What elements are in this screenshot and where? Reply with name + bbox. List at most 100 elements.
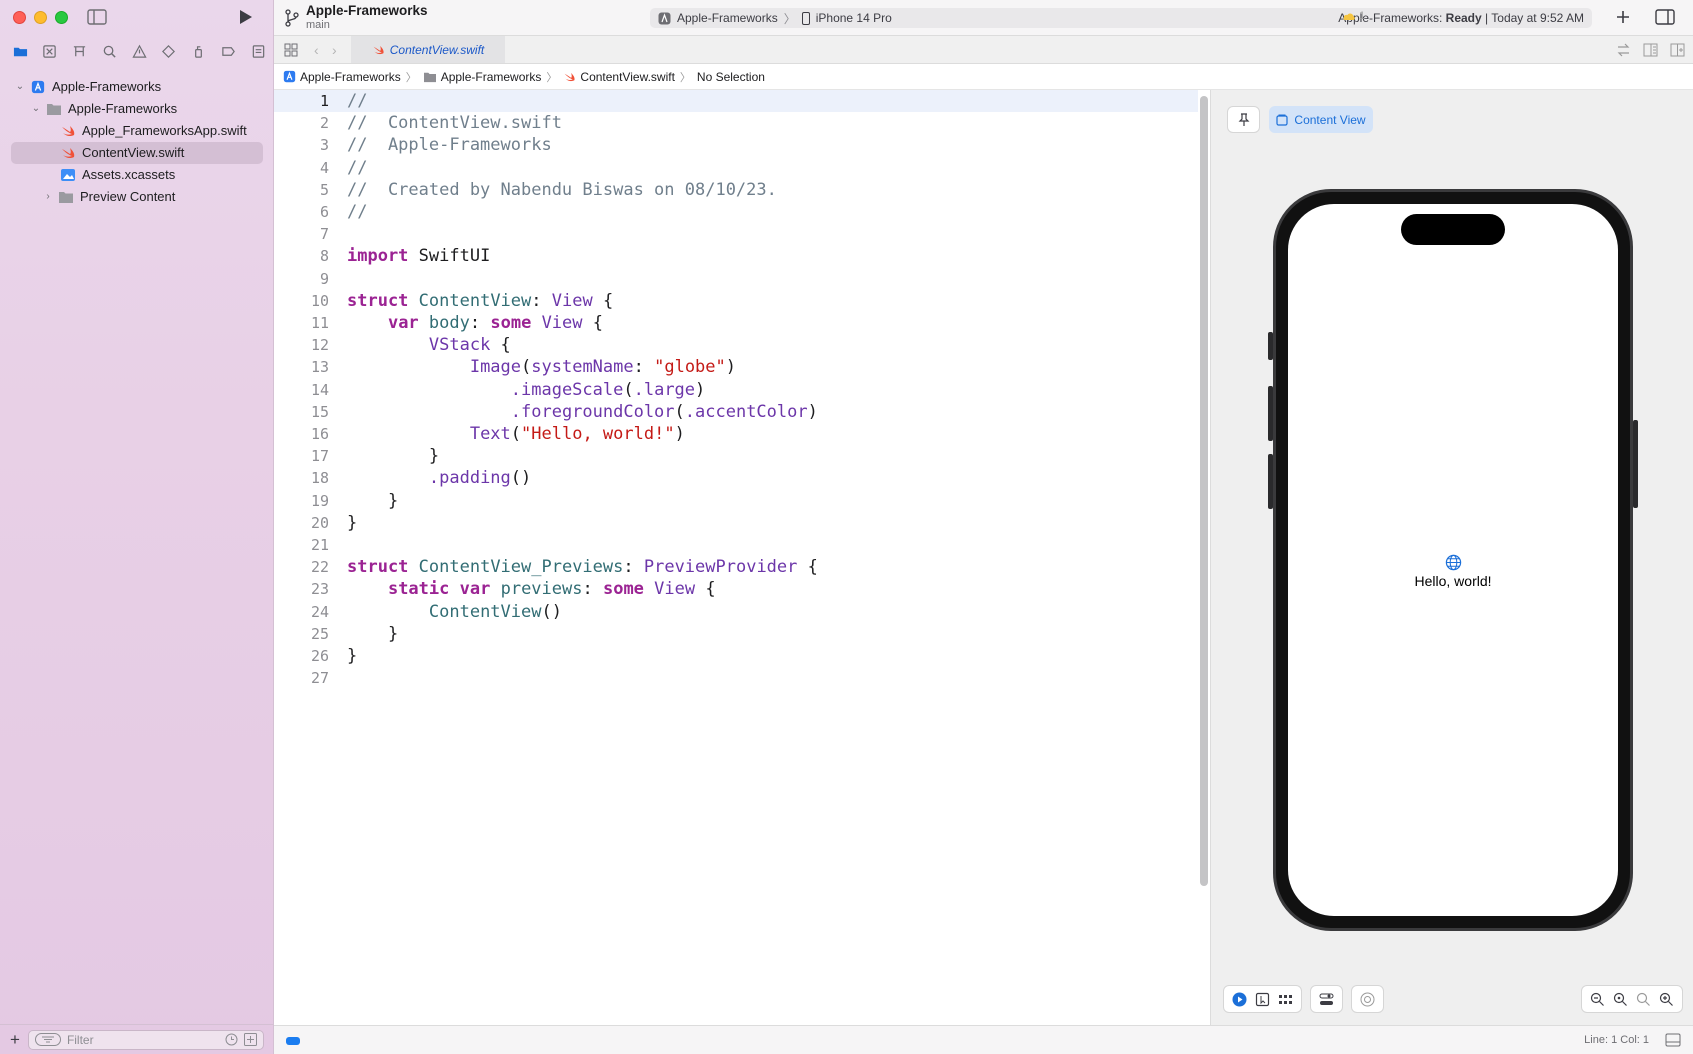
- chevron-down-icon[interactable]: ⌄: [14, 81, 26, 93]
- tree-item-app-file[interactable]: Apple_FrameworksApp.swift: [0, 120, 274, 142]
- info-circle-icon[interactable]: [1360, 992, 1375, 1007]
- breadcrumb-file[interactable]: ContentView.swift: [563, 70, 675, 84]
- code-line[interactable]: 6 //: [274, 201, 1198, 223]
- chevron-right-icon[interactable]: ›: [42, 191, 54, 203]
- code-line[interactable]: 13 Image(systemName: "globe"): [274, 356, 1198, 378]
- device-settings-icon[interactable]: [1319, 992, 1334, 1007]
- zoom-in-icon[interactable]: [1659, 992, 1674, 1007]
- code-line[interactable]: 19 }: [274, 490, 1198, 512]
- code-line[interactable]: 7: [274, 223, 1198, 245]
- library-add-icon[interactable]: [1614, 8, 1632, 26]
- warning-badge[interactable]: 1: [1342, 10, 1365, 22]
- breadcrumb-group[interactable]: Apple-Frameworks: [423, 70, 541, 84]
- test-navigator-tab[interactable]: [157, 41, 181, 61]
- source-editor[interactable]: 1 // 2 // ContentView.swift 3 // Apple-Framew…: [274, 90, 1198, 1025]
- filter-field[interactable]: Filter: [27, 1029, 264, 1050]
- zoom-out-icon[interactable]: [1590, 992, 1605, 1007]
- run-destination-selector[interactable]: iPhone 14 Pro: [801, 11, 892, 25]
- tree-item-label: Apple_FrameworksApp.swift: [82, 123, 247, 138]
- line-number: 6: [319, 203, 329, 221]
- minimize-window-button[interactable]: [34, 11, 47, 24]
- preview-content-view-button[interactable]: Content View: [1269, 106, 1373, 133]
- debug-area-toggle-icon[interactable]: [286, 1037, 300, 1045]
- add-icon[interactable]: +: [10, 1030, 20, 1050]
- issue-navigator-tab[interactable]: [127, 41, 151, 61]
- sidebar-toggle-icon[interactable]: [87, 9, 107, 25]
- breakpoint-navigator-tab[interactable]: [216, 41, 240, 61]
- selectable-mode-icon[interactable]: [1255, 992, 1270, 1007]
- pin-preview-button[interactable]: [1227, 106, 1260, 133]
- iphone-icon: [801, 11, 810, 25]
- related-items-grid-icon[interactable]: [284, 43, 298, 57]
- tree-item-project[interactable]: ⌄ Apple-Frameworks: [0, 76, 274, 98]
- globe-icon: [1445, 554, 1461, 571]
- zoom-window-button[interactable]: [55, 11, 68, 24]
- code-line[interactable]: 2 // ContentView.swift: [274, 112, 1198, 134]
- phone-side-button: [1268, 386, 1273, 441]
- split-editor-icon[interactable]: [1670, 43, 1685, 57]
- go-forward-icon[interactable]: ›: [332, 42, 337, 58]
- source-control-tab[interactable]: [38, 41, 62, 61]
- run-button[interactable]: [236, 8, 254, 26]
- source-control-filter-icon[interactable]: [244, 1033, 257, 1046]
- variants-grid-icon[interactable]: [1278, 992, 1293, 1007]
- code-line[interactable]: 20}: [274, 512, 1198, 534]
- project-navigator-tab[interactable]: [8, 41, 32, 61]
- swap-arrows-icon[interactable]: [1616, 43, 1631, 57]
- report-navigator-tab[interactable]: [246, 41, 270, 61]
- code-line[interactable]: 8 import SwiftUI: [274, 245, 1198, 267]
- code-line[interactable]: 21: [274, 534, 1198, 556]
- breadcrumb-project[interactable]: Apple-Frameworks: [283, 70, 401, 84]
- preview-icon: [1276, 114, 1289, 126]
- tree-item-assets[interactable]: Assets.xcassets: [0, 164, 274, 186]
- line-number: 14: [310, 380, 329, 399]
- chevron-down-icon[interactable]: ⌄: [30, 103, 42, 115]
- debug-navigator-tab[interactable]: [187, 41, 211, 61]
- code-line[interactable]: 12 VStack {: [274, 334, 1198, 356]
- code-line[interactable]: 11 var body: some View {: [274, 312, 1198, 334]
- zoom-actual-icon[interactable]: [1613, 992, 1628, 1007]
- live-play-icon[interactable]: [1232, 992, 1247, 1007]
- zoom-fit-icon[interactable]: [1636, 992, 1651, 1007]
- editor-tab-bar: ‹ › ContentView.swift: [274, 36, 1693, 64]
- tab-contentview[interactable]: ContentView.swift: [351, 36, 505, 63]
- code-line[interactable]: 27: [274, 667, 1198, 689]
- branch-name[interactable]: main: [306, 19, 330, 31]
- editor-options-icon[interactable]: [1643, 43, 1658, 57]
- code-line[interactable]: 26}: [274, 645, 1198, 667]
- recent-files-icon[interactable]: [225, 1033, 238, 1046]
- code-line[interactable]: 17 }: [274, 445, 1198, 467]
- tree-item-group[interactable]: ⌄ Apple-Frameworks: [0, 98, 274, 120]
- code-line[interactable]: 15 .foregroundColor(.accentColor): [274, 401, 1198, 423]
- tree-item-contentview[interactable]: ContentView.swift: [11, 142, 263, 164]
- code-line[interactable]: 16 Text("Hello, world!"): [274, 423, 1198, 445]
- go-back-icon[interactable]: ‹: [314, 42, 319, 58]
- code-line[interactable]: 5 // Created by Nabendu Biswas on 08/10/2…: [274, 179, 1198, 201]
- line-number: 2: [319, 114, 329, 133]
- code-line[interactable]: 18 .padding(): [274, 467, 1198, 489]
- close-window-button[interactable]: [13, 11, 26, 24]
- code-line[interactable]: 14 .imageScale(.large): [274, 379, 1198, 401]
- preview-screen[interactable]: Hello, world!: [1288, 204, 1618, 916]
- project-title[interactable]: Apple-Frameworks: [306, 3, 428, 18]
- code-line[interactable]: 1 //: [274, 90, 1198, 113]
- code-line[interactable]: 3 // Apple-Frameworks: [274, 134, 1198, 156]
- tree-item-preview-content[interactable]: › Preview Content: [0, 186, 274, 208]
- debug-panel-toggle-icon[interactable]: [1665, 1033, 1681, 1047]
- inspector-toggle-icon[interactable]: [1655, 9, 1675, 25]
- code-line[interactable]: 4 //: [274, 157, 1198, 179]
- code-line[interactable]: 10 struct ContentView: View {: [274, 290, 1198, 312]
- filter-options-icon[interactable]: [34, 1033, 61, 1046]
- scheme-name: Apple-Frameworks: [677, 11, 778, 25]
- code-line[interactable]: 9: [274, 268, 1198, 290]
- code-line[interactable]: 25 }: [274, 623, 1198, 645]
- editor-scrollbar[interactable]: [1200, 96, 1208, 886]
- phone-side-button: [1268, 454, 1273, 509]
- find-navigator-tab[interactable]: [97, 41, 121, 61]
- breadcrumb-selection[interactable]: No Selection: [697, 70, 765, 84]
- code-line[interactable]: 22 struct ContentView_Previews: PreviewPr…: [274, 556, 1198, 578]
- code-line[interactable]: 23 static var previews: some View {: [274, 578, 1198, 600]
- scheme-selector[interactable]: Apple-Frameworks 〉: [650, 10, 796, 27]
- symbol-navigator-tab[interactable]: [68, 41, 92, 61]
- code-line[interactable]: 24 ContentView(): [274, 601, 1198, 623]
